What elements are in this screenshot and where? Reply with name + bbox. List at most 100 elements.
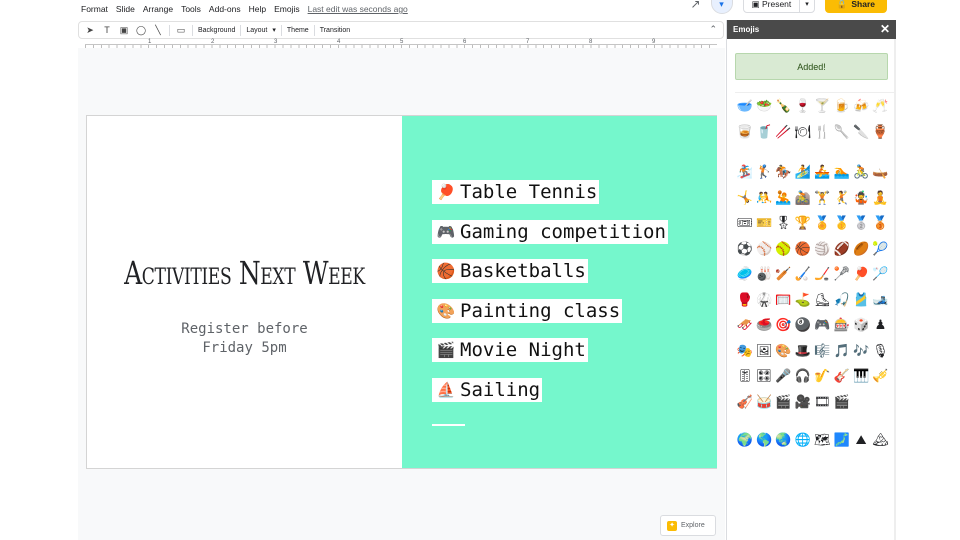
slide-title[interactable]: Activities Next Week <box>122 254 368 292</box>
emoji-option[interactable]: ⚽ <box>735 236 754 262</box>
emoji-option[interactable]: 🏉 <box>851 236 870 262</box>
emoji-option[interactable]: 🎥 <box>793 389 812 415</box>
emoji-option[interactable]: 🥌 <box>754 312 773 338</box>
emoji-option[interactable]: 🎹 <box>851 363 870 389</box>
emoji-option[interactable]: 🥈 <box>851 210 870 236</box>
emoji-option[interactable]: 🎽 <box>851 287 870 313</box>
emoji-option[interactable]: 🚵 <box>793 185 812 211</box>
emoji-option[interactable]: ⛰ <box>851 427 870 453</box>
emoji-option[interactable]: 🎩 <box>793 338 812 364</box>
explore-button[interactable]: ✦ Explore <box>660 515 716 536</box>
emoji-option[interactable]: 🍴 <box>813 119 832 145</box>
background-button[interactable]: Background <box>198 27 235 34</box>
emoji-option[interactable]: 🍽 <box>793 119 812 145</box>
present-dropdown-icon[interactable]: ▾ <box>799 0 814 12</box>
emoji-option[interactable]: ⚾ <box>754 236 773 262</box>
activity-trend-icon[interactable]: ↗ <box>691 0 701 11</box>
emoji-option[interactable]: 🥋 <box>754 287 773 313</box>
last-edit-link[interactable]: Last edit was seconds ago <box>308 4 408 14</box>
emoji-option[interactable]: 🏇 <box>774 159 793 185</box>
menu-slide[interactable]: Slide <box>116 4 135 14</box>
menu-emojis[interactable]: Emojis <box>274 4 300 14</box>
comment-history-button[interactable]: ▾ <box>710 0 733 14</box>
emoji-option[interactable]: 🥍 <box>832 261 851 287</box>
emoji-option[interactable]: 🎱 <box>793 312 812 338</box>
emoji-option[interactable]: 🏓 <box>851 261 870 287</box>
emoji-option[interactable]: 🎨 <box>774 338 793 364</box>
emoji-option[interactable]: 🤼 <box>754 185 773 211</box>
emoji-option[interactable]: 🎖 <box>774 210 793 236</box>
emoji-option[interactable]: 🍻 <box>851 93 870 119</box>
emoji-option[interactable]: 🥤 <box>754 119 773 145</box>
emoji-option[interactable]: 🥃 <box>735 119 754 145</box>
emoji-option[interactable]: 🥗 <box>754 93 773 119</box>
emoji-option[interactable]: 🏀 <box>793 236 812 262</box>
slide-canvas[interactable]: Activities Next Week Register before Fri… <box>78 48 725 540</box>
emoji-option[interactable]: 🥄 <box>832 119 851 145</box>
sidebar-scrollbar[interactable] <box>894 39 896 540</box>
emoji-option[interactable]: 🥊 <box>735 287 754 313</box>
emoji-option[interactable]: 🏏 <box>774 261 793 287</box>
emoji-option[interactable]: 🎷 <box>813 363 832 389</box>
menu-add-ons[interactable]: Add-ons <box>209 4 241 14</box>
emoji-option[interactable]: 🎚 <box>735 363 754 389</box>
emoji-option[interactable]: 🍸 <box>813 93 832 119</box>
emoji-option[interactable]: 🎟 <box>735 210 754 236</box>
layout-button[interactable]: Layout <box>246 27 267 34</box>
emoji-option[interactable]: 🥣 <box>735 93 754 119</box>
emoji-option[interactable]: 🤾 <box>832 185 851 211</box>
menu-arrange[interactable]: Arrange <box>143 4 173 14</box>
emoji-option[interactable]: 🚴 <box>851 159 870 185</box>
text-box-icon[interactable]: T <box>101 25 113 35</box>
emoji-option[interactable]: 🎭 <box>735 338 754 364</box>
emoji-option[interactable]: 🏒 <box>813 261 832 287</box>
emoji-option[interactable]: 🎞 <box>813 389 832 415</box>
emoji-option[interactable]: ⛸ <box>813 287 832 313</box>
close-icon[interactable]: ✕ <box>880 22 890 36</box>
emoji-option[interactable]: 🌍 <box>735 427 754 453</box>
emoji-option[interactable]: 🥏 <box>735 261 754 287</box>
emoji-option[interactable]: 🥂 <box>871 93 890 119</box>
emoji-option[interactable]: 🎺 <box>871 363 890 389</box>
emoji-option[interactable]: 🛶 <box>871 159 890 185</box>
emoji-option[interactable]: 🤸 <box>735 185 754 211</box>
comment-add-icon[interactable]: ▭ <box>175 25 187 36</box>
emoji-option[interactable]: 🎧 <box>793 363 812 389</box>
emoji-option[interactable]: 🥢 <box>774 119 793 145</box>
emoji-option[interactable]: 🏄 <box>793 159 812 185</box>
emoji-option[interactable]: 🗾 <box>832 427 851 453</box>
emoji-option[interactable]: 🚣 <box>813 159 832 185</box>
emoji-option[interactable]: 🏐 <box>813 236 832 262</box>
emoji-option[interactable]: 🏸 <box>871 261 890 287</box>
emoji-option[interactable]: 🎳 <box>754 261 773 287</box>
emoji-option[interactable]: ♟ <box>871 312 890 338</box>
emoji-option[interactable]: ⛳ <box>793 287 812 313</box>
select-cursor-icon[interactable]: ➤ <box>84 25 96 36</box>
emoji-option[interactable]: 🥎 <box>774 236 793 262</box>
menu-tools[interactable]: Tools <box>181 4 201 14</box>
emoji-option[interactable]: 🎵 <box>832 338 851 364</box>
emoji-option[interactable]: 🎤 <box>774 363 793 389</box>
emoji-option[interactable]: 🍺 <box>832 93 851 119</box>
shape-icon[interactable]: ◯ <box>135 25 147 36</box>
emoji-option[interactable]: 🏂 <box>735 159 754 185</box>
emoji-option[interactable]: 🎬 <box>832 389 851 415</box>
emoji-option[interactable]: 🎰 <box>832 312 851 338</box>
emoji-option[interactable]: 🏔 <box>871 427 890 453</box>
emoji-option[interactable]: 🎲 <box>851 312 870 338</box>
emoji-option[interactable]: 🌎 <box>754 427 773 453</box>
emoji-option[interactable]: 🏊 <box>832 159 851 185</box>
emoji-option[interactable]: 🏅 <box>813 210 832 236</box>
emoji-option[interactable]: 🎾 <box>871 236 890 262</box>
emoji-option[interactable]: 🏆 <box>793 210 812 236</box>
emoji-option[interactable]: 🎶 <box>851 338 870 364</box>
emoji-option[interactable]: 🥇 <box>832 210 851 236</box>
emoji-option[interactable]: 🗺 <box>813 427 832 453</box>
emoji-option[interactable]: 🍷 <box>793 93 812 119</box>
emoji-option[interactable]: 🎙 <box>871 338 890 364</box>
emoji-option[interactable]: 🥅 <box>774 287 793 313</box>
emoji-option[interactable]: 🤹 <box>851 185 870 211</box>
theme-button[interactable]: Theme <box>287 27 309 34</box>
emoji-option[interactable]: 🏺 <box>871 119 890 145</box>
emoji-option[interactable]: 🖼 <box>754 338 773 364</box>
